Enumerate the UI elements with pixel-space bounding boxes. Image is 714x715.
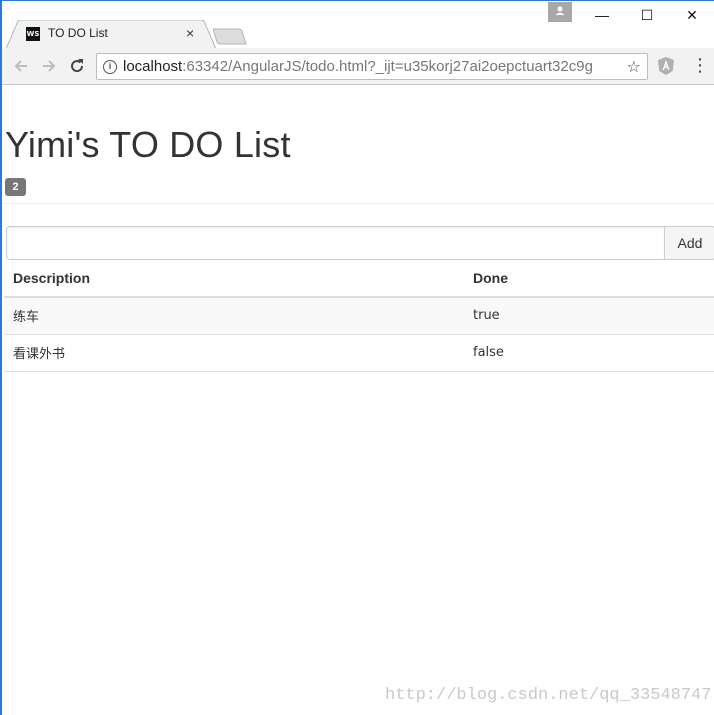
description-header: Description (4, 260, 464, 298)
info-icon[interactable]: i (103, 60, 117, 74)
webstorm-favicon-icon: WS (26, 27, 40, 41)
profile-icon[interactable] (548, 2, 572, 22)
table-row: 看课外书 false (4, 334, 714, 372)
browser-window: WS TO DO List × — ☐ ✕ i localhost:63342/… (0, 0, 714, 715)
new-tab-button[interactable] (213, 28, 247, 45)
todo-input[interactable] (6, 226, 665, 260)
url-text: localhost:63342/AngularJS/todo.html?_ijt… (123, 58, 593, 75)
forward-arrow-icon[interactable] (39, 56, 59, 76)
tab-close-icon[interactable]: × (186, 25, 194, 41)
page-content: Yimi's TO DO List 2 Add Description Done… (4, 86, 714, 715)
table-row: 练车 true (4, 297, 714, 335)
row-description: 看课外书 (4, 334, 464, 372)
browser-toolbar: i localhost:63342/AngularJS/todo.html?_i… (2, 48, 714, 85)
address-bar[interactable]: i localhost:63342/AngularJS/todo.html?_i… (96, 53, 648, 80)
url-path: :63342/AngularJS/todo.html?_ijt=u35korj2… (182, 58, 593, 75)
incomplete-count-badge: 2 (5, 178, 26, 196)
done-header: Done (464, 260, 714, 298)
watermark: http://blog.csdn.net/qq_33548747 (385, 686, 712, 705)
page-header: Yimi's TO DO List 2 (4, 86, 714, 204)
add-todo-group: Add (6, 226, 714, 260)
tab-title: TO DO List (48, 26, 108, 40)
minimize-button[interactable]: — (582, 3, 622, 27)
star-icon[interactable]: ☆ (627, 57, 641, 77)
table-header-row: Description Done (4, 260, 714, 298)
reload-icon[interactable] (67, 56, 87, 76)
row-description: 练车 (4, 297, 464, 335)
kebab-menu-icon[interactable]: ⋮ (691, 56, 709, 74)
page-title: Yimi's TO DO List (5, 124, 291, 165)
close-window-button[interactable]: ✕ (672, 3, 712, 27)
title-bar: WS TO DO List × — ☐ ✕ (2, 1, 714, 49)
todo-table: Description Done 练车 true 看课外书 false (4, 260, 714, 372)
angular-extension-icon[interactable] (658, 57, 674, 75)
row-done: true (464, 297, 714, 335)
row-done: false (464, 334, 714, 372)
back-arrow-icon[interactable] (11, 56, 31, 76)
add-button[interactable]: Add (664, 226, 714, 260)
maximize-button[interactable]: ☐ (627, 3, 667, 27)
url-host: localhost (123, 58, 183, 75)
